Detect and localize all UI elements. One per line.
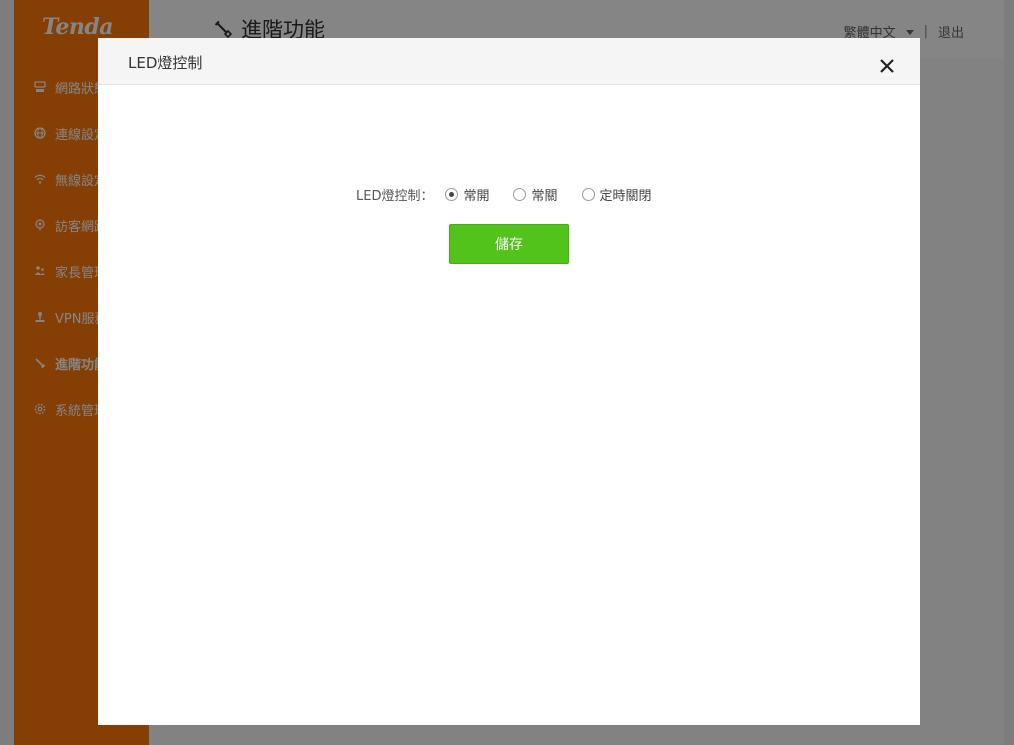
radio-label: 常關 [531, 188, 558, 204]
radio-always-on[interactable]: 常開 [445, 185, 489, 204]
radio-button[interactable] [513, 187, 527, 201]
radio-always-off[interactable]: 常關 [513, 185, 558, 204]
dialog-title: LED燈控制 [128, 54, 203, 72]
dialog-header: LED燈控制 [98, 38, 920, 85]
radio-scheduled-off[interactable]: 定時關閉 [581, 185, 652, 204]
radio-button[interactable] [581, 187, 595, 201]
save-button[interactable]: 儲存 [449, 224, 569, 264]
radio-label: 常開 [463, 188, 490, 204]
close-icon[interactable] [876, 55, 898, 77]
led-control-row: LED燈控制： 常開 常關 定時關閉 [356, 184, 652, 204]
led-control-label: LED燈控制： [356, 188, 434, 204]
radio-button[interactable] [445, 187, 459, 201]
radio-checked-dot [449, 191, 455, 197]
radio-label: 定時關閉 [599, 188, 652, 204]
led-control-dialog: LED燈控制 LED燈控制： 常開 常關 定時關閉 儲存 [98, 38, 920, 725]
